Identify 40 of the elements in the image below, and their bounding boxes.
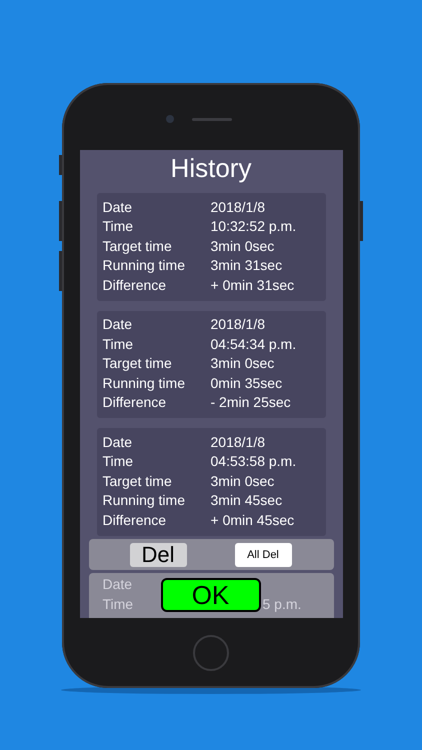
home-button[interactable]: [193, 635, 229, 671]
field-label: Date: [102, 576, 134, 592]
field-value: 04:53:58 p.m.: [210, 453, 296, 470]
field-value: 10:32:52 p.m.: [210, 218, 296, 234]
field-value: 2018/1/8: [210, 198, 265, 215]
field-value: 3min 45sec: [210, 492, 282, 508]
field-label: Target time: [102, 355, 173, 372]
field-label: Difference: [102, 394, 168, 410]
field-label: Date: [102, 434, 134, 450]
field-value: 5 p.m.: [262, 596, 302, 612]
field-label: Running time: [102, 492, 186, 508]
field-value: 2018/1/8: [210, 316, 265, 332]
field-label: Difference: [102, 276, 168, 293]
field-value: 3min 0sec: [210, 238, 274, 254]
field-label: Target time: [102, 238, 173, 254]
field-value: 04:54:34 p.m.: [210, 336, 296, 352]
delete-all-button[interactable]: All Del: [234, 542, 292, 566]
field-label: Difference: [102, 512, 168, 528]
field-label: Target time: [102, 472, 173, 489]
field-label: Time: [102, 218, 134, 234]
field-label: Time: [102, 336, 134, 352]
field-value: 3min 31sec: [210, 257, 282, 274]
camera-icon: [166, 115, 174, 123]
speaker-icon: [192, 118, 232, 121]
field-label: Date: [102, 198, 134, 215]
field-value: 2018/1/8: [210, 434, 265, 450]
ok-button[interactable]: OK: [160, 578, 260, 612]
field-value: + 0min 31sec: [210, 276, 294, 293]
field-value: 3min 0sec: [210, 355, 274, 372]
field-value: + 0min 45sec: [210, 512, 294, 528]
field-label: Date: [102, 316, 134, 332]
field-label: Time: [102, 596, 134, 612]
field-label: Time: [102, 453, 134, 470]
field-value: 0min 35sec: [210, 374, 282, 391]
screen-title: History: [170, 152, 252, 185]
field-value: - 2min 25sec: [210, 394, 291, 410]
field-value: 3min 0sec: [210, 472, 274, 489]
field-label: Running time: [102, 374, 186, 391]
delete-button[interactable]: Del: [130, 542, 186, 566]
field-label: Running time: [102, 257, 186, 274]
